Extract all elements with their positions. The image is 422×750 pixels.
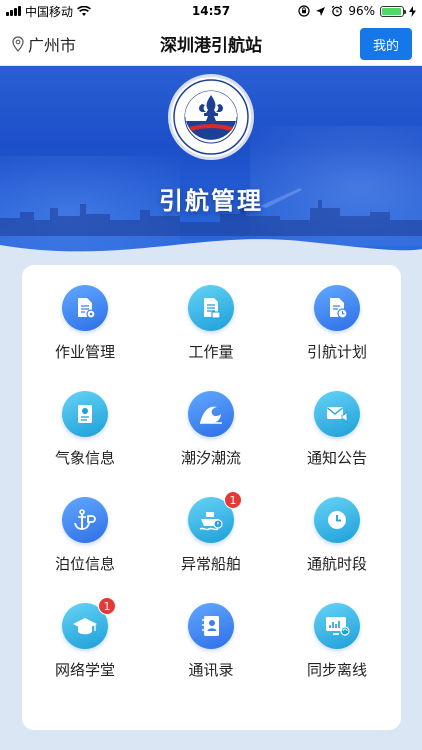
location-label: 广州市 — [28, 36, 77, 55]
menu-label: 作业管理 — [54, 343, 115, 361]
menu-label: 工作量 — [188, 343, 234, 361]
notification-badge: 1 — [98, 597, 116, 615]
menu-label: 网络学堂 — [54, 661, 115, 679]
menu-label: 气象信息 — [54, 449, 115, 467]
menu-label: 泊位信息 — [54, 555, 115, 573]
menu-item-abnormal-ships[interactable]: 1 异常船舶 — [148, 491, 274, 587]
location-pin-icon — [12, 36, 24, 52]
feature-menu-card: 作业管理 工作量 引航计划 气象信息 潮汐潮流 通知公告 泊位信息 1 异常船舶… — [22, 265, 401, 730]
page-title: 深圳港引航站 — [160, 36, 262, 56]
wifi-icon — [77, 5, 91, 16]
menu-item-tides[interactable]: 潮汐潮流 — [148, 391, 274, 481]
document-stack-icon — [188, 285, 234, 331]
clock-icon — [314, 497, 360, 543]
menu-label: 通航时段 — [306, 555, 367, 573]
graduation-cap-icon: 1 — [62, 597, 116, 649]
menu-label: 同步离线 — [306, 661, 367, 679]
contacts-book-icon — [188, 603, 234, 649]
navigation-bar: 广州市 深圳港引航站 我的 — [0, 22, 422, 66]
menu-item-online-school[interactable]: 1 网络学堂 — [22, 597, 148, 693]
battery-icon — [380, 5, 406, 17]
charging-icon — [409, 5, 416, 17]
status-right: 96% — [298, 4, 416, 18]
menu-label: 通知公告 — [306, 449, 367, 467]
menu-item-operations[interactable]: 作业管理 — [22, 285, 148, 375]
menu-item-berth[interactable]: 泊位信息 — [22, 497, 148, 587]
status-bar: 中国移动 14:57 96% — [0, 0, 422, 22]
battery-percent: 96% — [348, 4, 375, 18]
feature-grid: 作业管理 工作量 引航计划 气象信息 潮汐潮流 通知公告 泊位信息 1 异常船舶… — [22, 265, 401, 730]
weather-report-icon — [62, 391, 108, 437]
location-arrow-icon — [316, 6, 326, 16]
hero-banner: 引航管理 — [0, 66, 422, 266]
rotation-lock-icon — [298, 5, 310, 17]
document-gear-icon — [62, 285, 108, 331]
maritime-pilots-logo — [168, 74, 254, 160]
wave-icon — [188, 391, 234, 437]
sync-monitor-icon — [314, 603, 360, 649]
status-left: 中国移动 — [6, 3, 91, 20]
menu-label: 引航计划 — [306, 343, 367, 361]
carrier-label: 中国移动 — [25, 4, 74, 19]
signal-icon — [6, 6, 21, 16]
menu-item-weather[interactable]: 气象信息 — [22, 391, 148, 481]
menu-item-notices[interactable]: 通知公告 — [274, 391, 400, 481]
banner-title: 引航管理 — [159, 187, 263, 215]
menu-label: 通讯录 — [188, 661, 234, 679]
notification-badge: 1 — [224, 491, 242, 509]
mail-speaker-icon — [314, 391, 360, 437]
menu-label: 异常船舶 — [180, 555, 241, 573]
menu-item-sync-offline[interactable]: 同步离线 — [274, 603, 400, 693]
menu-item-workload[interactable]: 工作量 — [148, 285, 274, 375]
alarm-icon — [331, 5, 343, 17]
menu-label: 潮汐潮流 — [180, 449, 241, 467]
menu-item-contacts[interactable]: 通讯录 — [148, 603, 274, 693]
location-selector[interactable]: 广州市 — [12, 22, 76, 66]
document-clock-icon — [314, 285, 360, 331]
menu-item-navigation-period[interactable]: 通航时段 — [274, 497, 400, 587]
ship-alert-icon: 1 — [188, 491, 242, 543]
my-account-button[interactable]: 我的 — [360, 28, 412, 60]
menu-item-pilot-plan[interactable]: 引航计划 — [274, 285, 400, 375]
banner-wave — [0, 239, 422, 266]
anchor-berth-icon — [62, 497, 108, 543]
